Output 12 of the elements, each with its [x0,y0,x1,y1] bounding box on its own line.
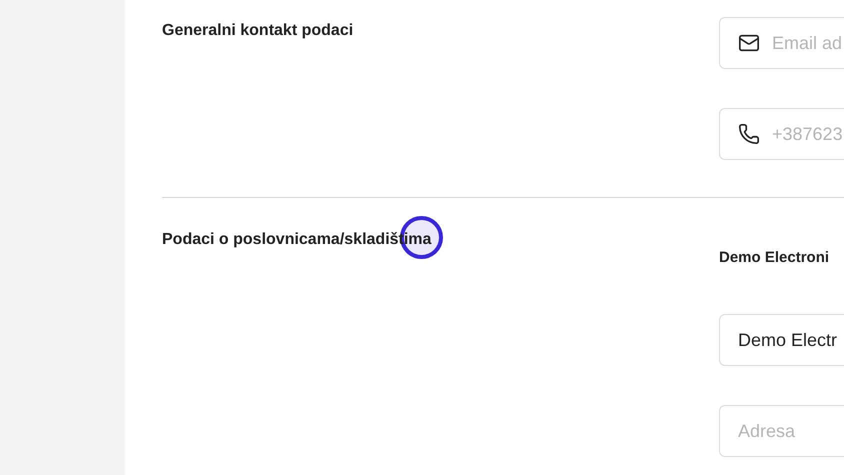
input-field[interactable]: Email ad [719,17,844,69]
input-text[interactable]: Demo Electr [738,326,844,354]
input-text[interactable]: +387623 [772,120,844,148]
input-text[interactable]: Email ad [772,30,844,56]
input-field[interactable]: Demo Electr [719,314,844,366]
mail-icon [738,32,760,54]
input-text[interactable]: Adresa [738,418,844,444]
input-field[interactable]: Adresa [719,405,844,457]
phone-icon [738,123,760,145]
section-title: Generalni kontakt podaci [162,22,354,39]
field-label: Demo Electroni [719,249,830,266]
input-field[interactable]: +387623 [719,108,844,160]
